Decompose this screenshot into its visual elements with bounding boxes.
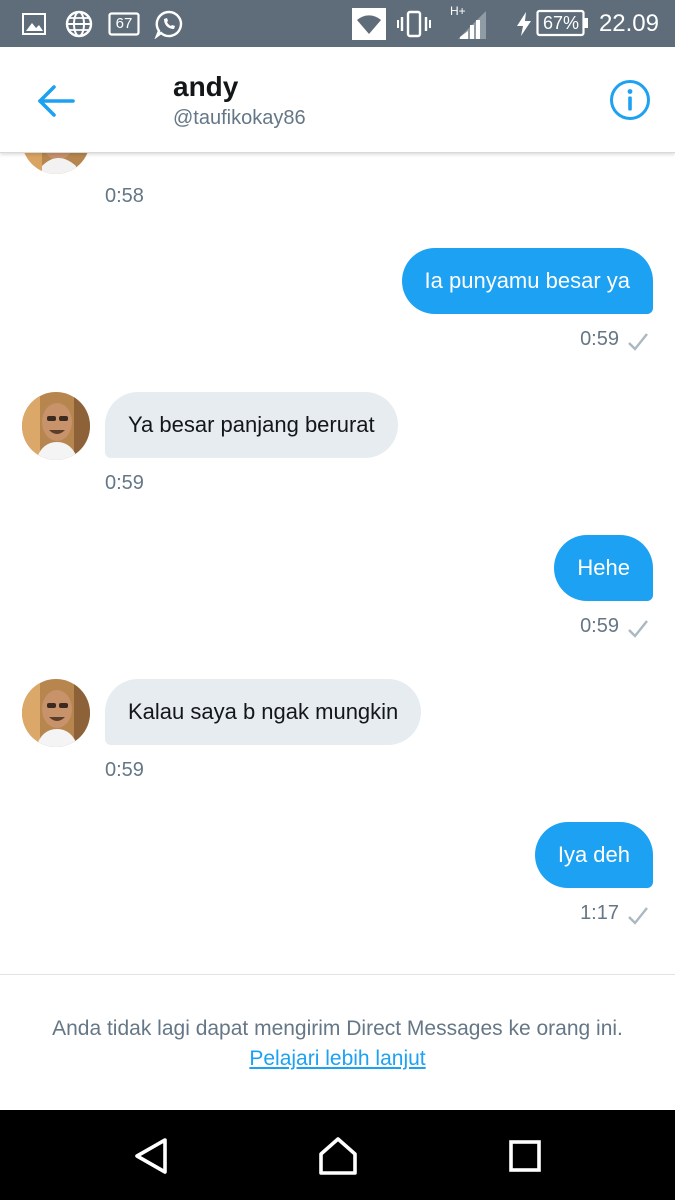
message-time: 0:59 <box>580 328 619 350</box>
avatar[interactable] <box>22 392 90 460</box>
read-check-icon <box>628 620 648 638</box>
contact-name: andy <box>173 71 239 102</box>
message-time: 0:59 <box>105 472 144 494</box>
info-button[interactable] <box>609 79 651 121</box>
message-bubble-outgoing[interactable]: Ia punyamu besar ya <box>401 248 653 314</box>
message-list[interactable]: 0:58 Ia punyamu besar ya 0:59 Ya besar p… <box>0 153 675 973</box>
notification-count: 67 <box>115 15 133 32</box>
vibrate-icon <box>396 0 432 47</box>
status-bar: 67 H+ 67% 22.09 <box>0 0 675 47</box>
conversation-header: andy @taufikokay86 <box>0 47 675 153</box>
battery-percent: 67% <box>542 13 580 33</box>
back-arrow-icon <box>38 85 75 117</box>
avatar[interactable] <box>22 679 90 747</box>
charging-icon <box>514 0 534 47</box>
message-bubble-incoming[interactable]: Ya besar panjang berurat <box>105 392 398 458</box>
nav-home-button[interactable] <box>316 1134 360 1178</box>
nav-back-icon <box>135 1138 167 1174</box>
message-time: 0:59 <box>580 615 619 637</box>
learn-more-link[interactable]: Pelajari lebih lanjut <box>0 1047 675 1071</box>
whatsapp-icon <box>152 0 186 47</box>
message-time: 0:59 <box>105 759 144 781</box>
nav-home-icon <box>319 1137 357 1175</box>
contact-handle: @taufikokay86 <box>173 107 306 129</box>
dm-disabled-notice: Anda tidak lagi dapat mengirim Direct Me… <box>0 974 675 1110</box>
status-time: 22.09 <box>598 10 659 37</box>
message-bubble-outgoing[interactable]: Iya deh <box>534 822 653 888</box>
battery-icon: 67% <box>536 0 590 47</box>
system-nav-bar <box>0 1110 675 1200</box>
read-check-icon <box>628 333 648 351</box>
message-time: 0:58 <box>105 185 144 207</box>
avatar[interactable] <box>22 153 90 174</box>
notification-count-icon: 67 <box>108 0 140 47</box>
nav-recents-button[interactable] <box>503 1134 547 1178</box>
info-icon <box>610 80 650 120</box>
network-type: H+ <box>450 4 466 18</box>
signal-icon: H+ <box>450 0 490 47</box>
notice-text: Anda tidak lagi dapat mengirim Direct Me… <box>52 1017 623 1040</box>
gallery-icon <box>20 0 48 47</box>
message-bubble-incoming[interactable]: Kalau saya b ngak mungkin <box>105 679 422 745</box>
wifi-icon <box>352 0 386 47</box>
message-time: 1:17 <box>580 902 619 924</box>
globe-icon <box>64 0 94 47</box>
back-button[interactable] <box>30 77 82 125</box>
read-check-icon <box>628 907 648 925</box>
message-bubble-outgoing[interactable]: Hehe <box>554 535 653 601</box>
nav-recents-icon <box>509 1140 541 1172</box>
nav-back-button[interactable] <box>128 1134 172 1178</box>
